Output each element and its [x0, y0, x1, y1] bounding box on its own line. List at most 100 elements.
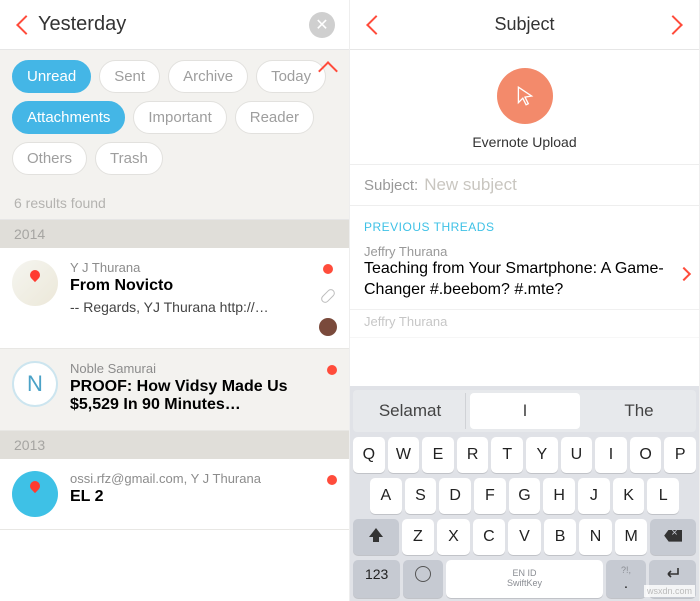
key-q[interactable]: Q — [353, 437, 385, 473]
key-z[interactable]: Z — [402, 519, 435, 555]
key-d[interactable]: D — [439, 478, 471, 514]
key-j[interactable]: J — [578, 478, 610, 514]
filter-chip-trash[interactable]: Trash — [95, 142, 163, 175]
key-h[interactable]: H — [543, 478, 575, 514]
key-a[interactable]: A — [370, 478, 402, 514]
avatar-map-icon — [12, 260, 58, 306]
indicators — [327, 471, 337, 517]
filter-chip-sent[interactable]: Sent — [99, 60, 160, 93]
sender-label: Noble Samurai — [70, 361, 315, 376]
subject-input[interactable]: New subject — [424, 175, 517, 195]
keyboard-row: A S D F G H J K L — [353, 478, 696, 514]
avatar-map-icon — [12, 471, 58, 517]
key-u[interactable]: U — [561, 437, 593, 473]
participant-avatar-icon — [319, 318, 337, 336]
upload-circle-icon — [497, 68, 553, 124]
key-space[interactable]: EN ID SwiftKey — [446, 560, 604, 598]
thread-item[interactable]: Jeffry Thurana — [350, 310, 699, 338]
key-x[interactable]: X — [437, 519, 470, 555]
key-m[interactable]: M — [615, 519, 648, 555]
mail-body: ossi.rfz@gmail.com, Y J Thurana EL 2 — [70, 471, 315, 517]
back-button[interactable] — [14, 18, 38, 32]
filter-chip-reader[interactable]: Reader — [235, 101, 314, 134]
chevron-left-icon — [366, 15, 386, 35]
key-s[interactable]: S — [405, 478, 437, 514]
sender-label: ossi.rfz@gmail.com, Y J Thurana — [70, 471, 315, 486]
results-count: 6 results found — [0, 187, 349, 220]
key-i[interactable]: I — [595, 437, 627, 473]
thread-sender: Jeffry Thurana — [364, 244, 685, 259]
suggestion[interactable]: The — [584, 393, 694, 429]
subject-input-row[interactable]: Subject: New subject — [350, 164, 699, 206]
keyboard: Selamat I The Q W E R T Y U I O P A S D … — [350, 386, 699, 601]
suggestion[interactable]: Selamat — [355, 393, 466, 429]
shift-icon — [369, 528, 383, 537]
key-b[interactable]: B — [544, 519, 577, 555]
mail-item[interactable]: Y J Thurana From Novicto -- Regards, YJ … — [0, 248, 349, 349]
upload-area[interactable]: Evernote Upload — [350, 50, 699, 164]
unread-dot-icon — [327, 475, 337, 485]
enter-icon — [662, 566, 682, 580]
key-f[interactable]: F — [474, 478, 506, 514]
attachment-icon — [320, 288, 337, 305]
unread-dot-icon — [323, 264, 333, 274]
key-y[interactable]: Y — [526, 437, 558, 473]
avatar-initial-icon: N — [12, 361, 58, 407]
key-r[interactable]: R — [457, 437, 489, 473]
filter-chip-others[interactable]: Others — [12, 142, 87, 175]
filter-chip-important[interactable]: Important — [133, 101, 226, 134]
header: Yesterday ✕ — [0, 0, 349, 50]
key-v[interactable]: V — [508, 519, 541, 555]
unread-dot-icon — [327, 365, 337, 375]
page-title: Subject — [350, 14, 699, 35]
clear-search-button[interactable]: ✕ — [309, 12, 335, 38]
subject-key-label: Subject: — [364, 177, 418, 194]
chevron-left-icon — [16, 15, 36, 35]
sender-label: Y J Thurana — [70, 260, 307, 275]
arrow-right-icon — [663, 15, 683, 35]
suggestion-bar: Selamat I The — [353, 390, 696, 432]
subject-line: From Novicto — [70, 277, 307, 295]
back-button[interactable] — [364, 18, 388, 32]
year-header: 2013 — [0, 431, 349, 459]
preview-text: -- Regards, YJ Thurana http://… — [70, 299, 307, 315]
key-g[interactable]: G — [509, 478, 541, 514]
mail-item[interactable]: ossi.rfz@gmail.com, Y J Thurana EL 2 — [0, 459, 349, 530]
space-brand-label: SwiftKey — [507, 579, 542, 589]
key-shift[interactable] — [353, 519, 399, 555]
thread-sender: Jeffry Thurana — [364, 314, 685, 329]
key-k[interactable]: K — [613, 478, 645, 514]
previous-threads-header: PREVIOUS THREADS — [350, 206, 699, 240]
compose-subject-pane: Subject Evernote Upload Subject: New sub… — [350, 0, 700, 601]
key-o[interactable]: O — [630, 437, 662, 473]
punct-main: . — [624, 576, 628, 593]
thread-item[interactable]: Jeffry Thurana Teaching from Your Smartp… — [350, 240, 699, 310]
key-n[interactable]: N — [579, 519, 612, 555]
key-t[interactable]: T — [491, 437, 523, 473]
key-e[interactable]: E — [422, 437, 454, 473]
backspace-icon — [664, 530, 682, 542]
filter-chip-unread[interactable]: Unread — [12, 60, 91, 93]
year-header: 2014 — [0, 220, 349, 248]
filter-chip-attachments[interactable]: Attachments — [12, 101, 125, 134]
keyboard-row: Q W E R T Y U I O P — [353, 437, 696, 473]
next-button[interactable] — [661, 18, 685, 32]
key-w[interactable]: W — [388, 437, 420, 473]
filter-chip-today[interactable]: Today — [256, 60, 326, 93]
page-title: Yesterday — [38, 13, 309, 36]
suggestion[interactable]: I — [470, 393, 580, 429]
mail-item[interactable]: N Noble Samurai PROOF: How Vidsy Made Us… — [0, 349, 349, 431]
key-l[interactable]: L — [647, 478, 679, 514]
key-backspace[interactable] — [650, 519, 696, 555]
search-results-pane: Yesterday ✕ Unread Sent Archive Today At… — [0, 0, 350, 601]
subject-line: EL 2 — [70, 488, 315, 506]
thread-subject: Teaching from Your Smartphone: A Game-Ch… — [364, 259, 685, 301]
smiley-icon — [415, 566, 431, 582]
key-numbers[interactable]: 123 — [353, 560, 400, 598]
filter-chip-archive[interactable]: Archive — [168, 60, 248, 93]
key-emoji[interactable] — [403, 560, 442, 598]
key-p[interactable]: P — [664, 437, 696, 473]
mail-body: Y J Thurana From Novicto -- Regards, YJ … — [70, 260, 307, 336]
key-c[interactable]: C — [473, 519, 506, 555]
key-period[interactable]: ?!, . — [606, 560, 645, 598]
